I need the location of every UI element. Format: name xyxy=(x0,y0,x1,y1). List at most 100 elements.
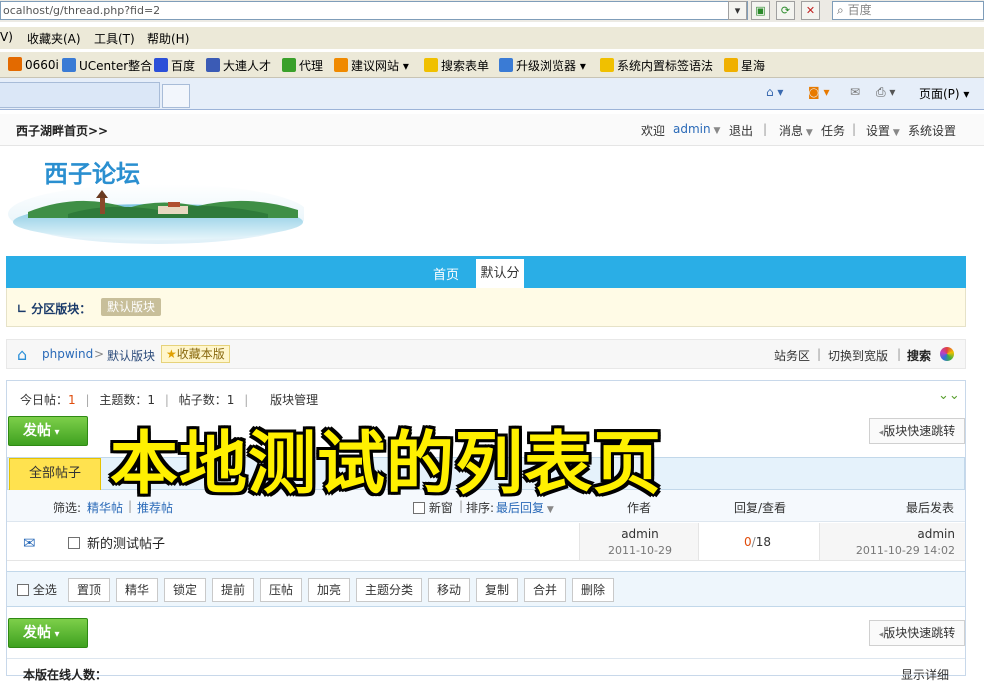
compatibility-view-icon[interactable]: ▣ xyxy=(751,1,770,20)
separator: | xyxy=(897,347,902,361)
action-press-button[interactable]: 压帖 xyxy=(260,578,302,602)
quick-jump-button-top[interactable]: ◂版块快速跳转 xyxy=(869,418,965,444)
board-tag[interactable]: 默认版块 xyxy=(101,298,162,316)
fav-suggested-sites[interactable]: 建议网站 ▾ xyxy=(334,57,409,74)
post-button-bottom[interactable]: 发帖 ▾ xyxy=(8,618,88,648)
check-icon xyxy=(282,58,296,72)
overlay-caption: 本地测试的列表页 xyxy=(110,425,663,504)
browser-tab-active[interactable] xyxy=(0,82,160,108)
fav-tag-syntax[interactable]: 系统内置标签语法 xyxy=(600,57,713,74)
puzzle-icon xyxy=(600,58,614,72)
new-tab-button[interactable] xyxy=(162,84,190,108)
thread-checkbox[interactable] xyxy=(68,537,80,549)
online-users-label: 本版在线人数： xyxy=(23,668,108,682)
fav-baidu[interactable]: 百度 xyxy=(154,57,195,74)
menu-view[interactable]: V) xyxy=(0,30,13,44)
west-lake-logo-image: 西子论坛 xyxy=(8,160,308,244)
system-settings-link[interactable]: 系统设置 xyxy=(908,122,956,139)
forum-logo[interactable]: 西子论坛 xyxy=(8,152,308,248)
quick-jump-button-bottom[interactable]: ◂版块快速跳转 xyxy=(869,620,965,646)
last-post-cell: admin 2011-10-29 14:02 xyxy=(819,523,965,560)
wide-layout-toggle[interactable]: 切换到宽版 xyxy=(828,347,888,364)
logout-link[interactable]: 退出 xyxy=(729,122,753,139)
messages-link[interactable]: 消息 ▼ xyxy=(779,122,813,139)
online-users-bar: 本版在线人数： 显示详细 xyxy=(7,658,965,682)
last-post-time: 2011-10-29 14:02 xyxy=(855,544,955,557)
browser-tab-row: ⌂ ▾ ◙ ▾ ✉ ⎙ ▾ 页面(P) ▾ xyxy=(0,78,984,110)
settings-link[interactable]: 设置 ▼ xyxy=(866,122,900,139)
moderation-toolbar: 全选 置顶 精华 锁定 提前 压帖 加亮 主题分类 移动 复制 合并 删除 xyxy=(7,571,965,607)
site-home-link[interactable]: 西子湖畔首页>> xyxy=(16,122,108,139)
fav-xinghai[interactable]: 星海 xyxy=(724,57,765,74)
fav-proxy[interactable]: 代理 xyxy=(282,57,323,74)
nav-default-category[interactable]: 默认分类 xyxy=(476,259,524,310)
nav-home[interactable]: 首页 xyxy=(433,264,459,283)
browser-menu-bar: V) 收藏夹(A) 工具(T) 帮助(H) xyxy=(0,27,984,49)
collapse-chevron-icon[interactable]: ⌄⌄ xyxy=(938,388,960,403)
home-icon[interactable]: ⌂ xyxy=(17,345,27,364)
home-icon[interactable]: ⌂ ▾ xyxy=(766,85,783,99)
last-post-user-link[interactable]: admin xyxy=(917,527,955,541)
ie-page-icon xyxy=(62,58,76,72)
print-icon[interactable]: ⎙ ▾ xyxy=(876,85,895,100)
jobs-icon xyxy=(206,58,220,72)
color-ball-icon[interactable] xyxy=(940,347,954,361)
tab-all-posts[interactable]: 全部帖子 xyxy=(9,458,101,490)
action-digest-button[interactable]: 精华 xyxy=(116,578,158,602)
action-merge-button[interactable]: 合并 xyxy=(524,578,566,602)
stop-icon[interactable]: ✕ xyxy=(801,1,820,20)
page-menu[interactable]: 页面(P) ▾ xyxy=(919,85,969,102)
service-area-link[interactable]: 站务区 xyxy=(774,347,810,364)
action-sticky-button[interactable]: 置顶 xyxy=(68,578,110,602)
menu-favorites[interactable]: 收藏夹(A) xyxy=(27,30,81,47)
search-link[interactable]: 搜索 xyxy=(907,347,931,364)
action-move-button[interactable]: 移动 xyxy=(428,578,470,602)
username-link[interactable]: admin ▼ xyxy=(673,122,720,136)
separator: | xyxy=(817,347,822,361)
section-board-bar: ∟ 分区版块： 默认版块 xyxy=(6,288,966,327)
breadcrumb: ⌂ phpwind > 默认版块 ★收藏本版 站务区 | 切换到宽版 | 搜索 xyxy=(6,339,966,369)
browser-search-input[interactable]: ⌕ 百度 xyxy=(832,1,984,20)
fav-search-form[interactable]: 搜索表单 xyxy=(424,57,489,74)
baidu-paw-icon xyxy=(154,58,168,72)
address-dropdown-icon[interactable]: ▾ xyxy=(728,1,747,20)
ie-page-icon xyxy=(499,58,513,72)
mail-icon[interactable]: ✉ xyxy=(850,85,860,99)
fav-0660i[interactable]: 0660i xyxy=(8,57,59,72)
favorites-bar: 0660i UCenter整合 百度 大連人才 代理 建议网站 ▾ 搜索表单 升… xyxy=(0,52,984,78)
menu-help[interactable]: 帮助(H) xyxy=(147,30,189,47)
table-row[interactable]: ✉ 新的测试帖子 admin 2011-10-29 0/18 admin 201… xyxy=(7,523,965,561)
separator: | xyxy=(852,122,857,136)
corner-icon: ∟ xyxy=(17,302,28,316)
tasks-link[interactable]: 任务 xyxy=(821,122,845,139)
action-delete-button[interactable]: 删除 xyxy=(572,578,614,602)
separator: | xyxy=(763,122,768,136)
column-reply-view: 回复/查看 xyxy=(734,501,787,515)
rss-icon[interactable]: ◙ ▾ xyxy=(808,85,829,99)
action-category-button[interactable]: 主题分类 xyxy=(356,578,422,602)
action-push-button[interactable]: 提前 xyxy=(212,578,254,602)
puzzle-icon xyxy=(424,58,438,72)
main-nav: 首页 默认分类 xyxy=(6,256,966,310)
address-bar[interactable]: ocalhost/g/thread.php?fid=2 xyxy=(0,1,748,20)
breadcrumb-root-link[interactable]: phpwind xyxy=(42,347,93,361)
show-detail-link[interactable]: 显示详细 xyxy=(901,666,949,683)
post-button-top[interactable]: 发帖 ▾ xyxy=(8,416,88,446)
thread-title-link[interactable]: 新的测试帖子 xyxy=(87,533,165,552)
fav-dalian-jobs[interactable]: 大連人才 xyxy=(206,57,271,74)
search-placeholder: 百度 xyxy=(847,3,872,17)
fav-upgrade-browser[interactable]: 升级浏览器 ▾ xyxy=(499,57,586,74)
favorite-board-button[interactable]: ★收藏本版 xyxy=(161,345,230,363)
board-manage-link[interactable]: 版块管理 xyxy=(270,393,318,407)
action-lock-button[interactable]: 锁定 xyxy=(164,578,206,602)
refresh-icon[interactable]: ⟳ xyxy=(776,1,795,20)
select-all-toggle[interactable]: 全选 xyxy=(17,581,57,598)
breadcrumb-board-link[interactable]: 默认版块 xyxy=(107,347,155,364)
fav-ucenter[interactable]: UCenter整合 xyxy=(62,57,152,74)
breadcrumb-separator: > xyxy=(94,347,105,361)
action-copy-button[interactable]: 复制 xyxy=(476,578,518,602)
select-all-checkbox[interactable] xyxy=(17,584,29,596)
action-highlight-button[interactable]: 加亮 xyxy=(308,578,350,602)
author-link[interactable]: admin xyxy=(580,527,700,541)
menu-tools[interactable]: 工具(T) xyxy=(94,30,135,47)
